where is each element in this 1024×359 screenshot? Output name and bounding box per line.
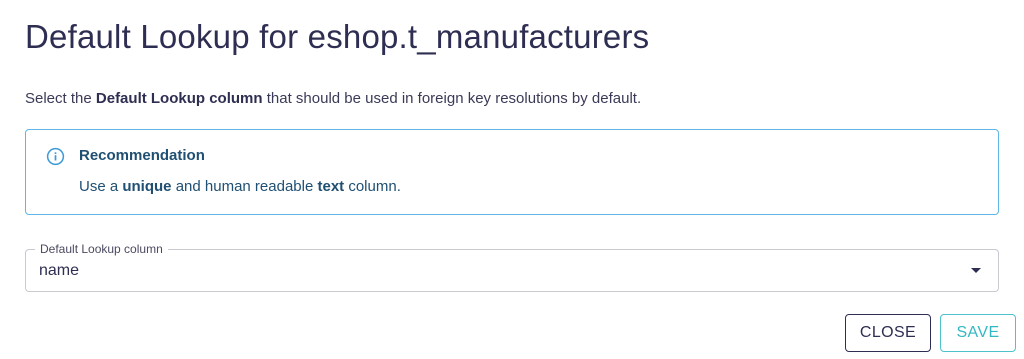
recommendation-callout: Recommendation Use a unique and human re… [25, 129, 999, 215]
dialog-intro-text: Select the Default Lookup column that sh… [25, 90, 641, 107]
recommendation-title: Recommendation [79, 147, 205, 164]
reco-text-middle: and human readable [171, 178, 318, 195]
default-lookup-column-value: name [39, 262, 80, 279]
info-circle-icon [46, 147, 65, 166]
reco-text-suffix: column. [344, 178, 401, 195]
caret-down-icon[interactable] [971, 268, 981, 273]
save-button[interactable]: SAVE [940, 314, 1016, 352]
reco-text-prefix: Use a [79, 178, 123, 195]
reco-text-text: text [317, 178, 345, 195]
dialog-title: Default Lookup for eshop.t_manufacturers [25, 18, 650, 55]
reco-text-unique: unique [122, 178, 172, 195]
default-lookup-column-label: Default Lookup column [35, 242, 168, 256]
intro-suffix: that should be used in foreign key resol… [262, 90, 642, 107]
default-lookup-column-select[interactable]: Default Lookup column name [25, 242, 999, 292]
default-lookup-dialog: Default Lookup for eshop.t_manufacturers… [0, 0, 1024, 359]
intro-prefix: Select the [25, 90, 96, 107]
intro-emphasis: Default Lookup column [95, 90, 263, 107]
close-button[interactable]: CLOSE [845, 314, 931, 352]
recommendation-text: Use a unique and human readable text col… [79, 178, 401, 195]
